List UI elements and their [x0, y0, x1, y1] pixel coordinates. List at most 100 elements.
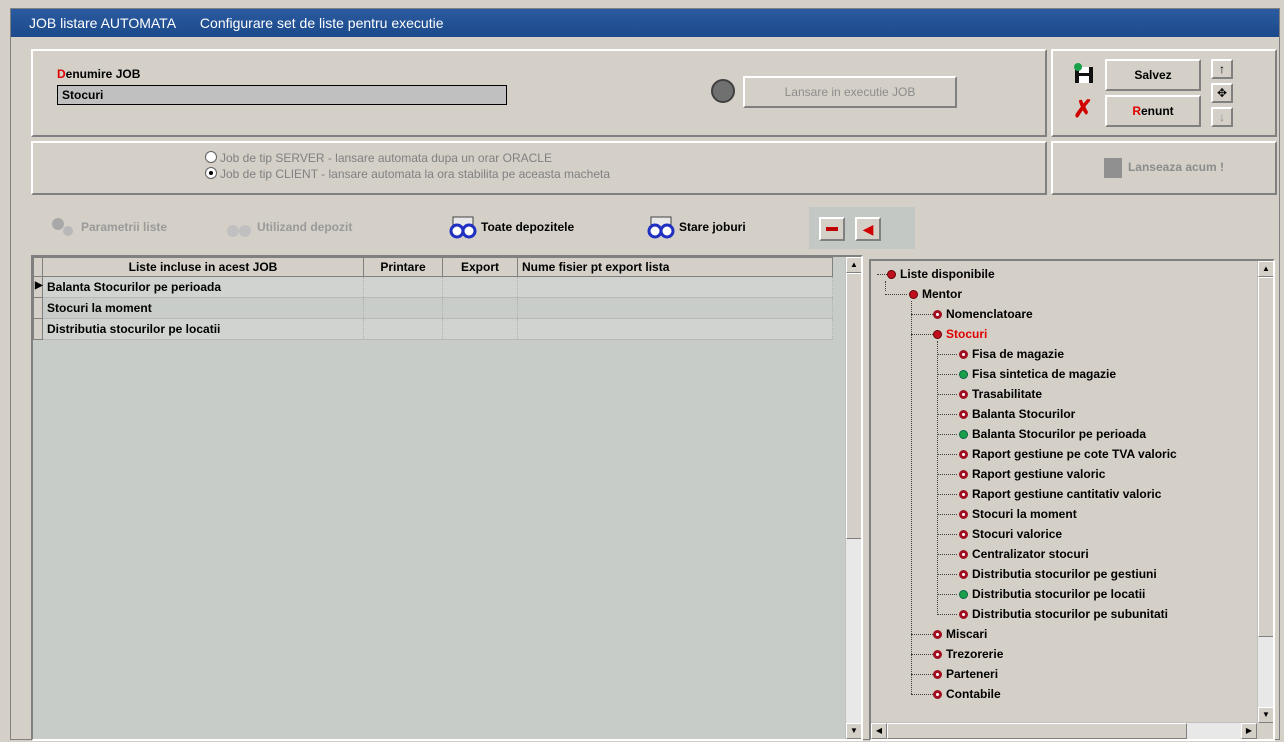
arrow-left-icon: ◀ — [862, 221, 874, 237]
scroll-down-button[interactable]: ▼ — [846, 723, 861, 739]
tree-node-module[interactable]: Miscari — [933, 627, 987, 641]
table-row[interactable]: Distributia stocurilor pe locatii — [33, 318, 833, 340]
tree-hscroll-thumb[interactable] — [887, 723, 1187, 739]
tree-node-module[interactable]: Parteneri — [933, 667, 998, 681]
tree-node-report[interactable]: Balanta Stocurilor — [959, 407, 1075, 421]
tree-node-mentor[interactable]: Mentor — [909, 287, 962, 301]
remove-button[interactable] — [819, 217, 845, 241]
tree-node-report[interactable]: Fisa sintetica de magazie — [959, 367, 1116, 381]
cell-print[interactable] — [363, 276, 443, 298]
row-selector[interactable] — [33, 297, 43, 319]
job-state-button[interactable]: Stare joburi — [647, 215, 746, 239]
tree-node-report[interactable]: Centralizator stocuri — [959, 547, 1089, 561]
tree-node-report[interactable]: Distributia stocurilor pe locatii — [959, 587, 1145, 601]
tree-node-report[interactable]: Trasabilitate — [959, 387, 1042, 401]
tree-line — [937, 414, 957, 415]
launch-now-label: Lanseaza acum ! — [1127, 160, 1225, 174]
tree-node-report[interactable]: Raport gestiune cantitativ valoric — [959, 487, 1161, 501]
node-bullet-icon — [933, 689, 942, 699]
tree-line — [937, 494, 957, 495]
tree-line — [937, 474, 957, 475]
tree-line — [911, 334, 933, 335]
tree-node-report[interactable]: Raport gestiune valoric — [959, 467, 1105, 481]
save-button[interactable]: Salvez — [1105, 59, 1201, 91]
job-state-label: Stare joburi — [679, 220, 746, 234]
tree-node-module[interactable]: Trezorerie — [933, 647, 1003, 661]
tree-node-stocuri[interactable]: Stocuri — [933, 327, 987, 341]
gears-icon — [49, 215, 77, 239]
node-bullet-icon — [887, 269, 896, 279]
row-selector[interactable] — [33, 318, 43, 340]
tree-node-report[interactable]: Balanta Stocurilor pe perioada — [959, 427, 1146, 441]
row-selector[interactable]: ▶ — [33, 276, 43, 298]
tree-node-label: Distributia stocurilor pe locatii — [972, 587, 1146, 601]
cell-file[interactable] — [517, 297, 833, 319]
tree-scroll-left[interactable]: ◀ — [871, 723, 887, 739]
radio-client[interactable]: Job de tip CLIENT - lansare automata la … — [205, 167, 610, 181]
tree-line — [937, 534, 957, 535]
tree-hscrollbar[interactable]: ◀ ▶ — [871, 722, 1257, 739]
node-bullet-icon — [933, 329, 942, 339]
tree-node-label: Nomenclatoare — [946, 307, 1033, 321]
tree-scroll-thumb[interactable] — [1258, 277, 1273, 637]
node-bullet-icon — [959, 429, 968, 439]
all-deposits-button[interactable]: Toate depozitele — [449, 215, 574, 239]
gear-icon — [711, 79, 735, 103]
grid-scrollbar[interactable]: ▲ ▼ — [845, 257, 861, 739]
move-icon: ✥ — [1216, 86, 1228, 100]
node-bullet-icon — [959, 529, 968, 539]
deposit-button[interactable]: Utilizand depozit — [225, 215, 352, 239]
tree-line — [937, 594, 957, 595]
launch-job-button[interactable]: Lansare in executie JOB — [743, 76, 957, 108]
params-button[interactable]: Parametrii liste — [49, 215, 167, 239]
window-title: JOB listare AUTOMATA — [29, 15, 177, 31]
cell-list-name[interactable]: Stocuri la moment — [42, 297, 364, 319]
cell-export[interactable] — [442, 276, 518, 298]
available-lists-tree: Liste disponibile Mentor Nomenclatoare S… — [869, 259, 1275, 741]
cell-export[interactable] — [442, 318, 518, 340]
add-left-button[interactable]: ◀ — [855, 217, 881, 241]
tree-node-report[interactable]: Stocuri la moment — [959, 507, 1077, 521]
tree-node-report[interactable]: Fisa de magazie — [959, 347, 1064, 361]
node-bullet-icon — [959, 549, 968, 559]
radio-server[interactable]: Job de tip SERVER - lansare automata dup… — [205, 151, 552, 165]
cell-list-name[interactable]: Balanta Stocurilor pe perioada — [42, 276, 364, 298]
arrow-up-button[interactable]: ↑ — [1211, 59, 1233, 79]
tree-node-nomenclatoare[interactable]: Nomenclatoare — [933, 307, 1033, 321]
tree-vscrollbar[interactable]: ▲ ▼ — [1257, 261, 1273, 723]
table-row[interactable]: Stocuri la moment — [33, 297, 833, 319]
move-button[interactable]: ✥ — [1211, 83, 1233, 103]
arrow-down-button[interactable]: ↓ — [1211, 107, 1233, 127]
col-header-export[interactable]: Export — [442, 257, 518, 277]
scroll-up-button[interactable]: ▲ — [846, 257, 861, 273]
table-row[interactable]: ▶ Balanta Stocurilor pe perioada — [33, 276, 833, 298]
cell-export[interactable] — [442, 297, 518, 319]
tree-scroll-down[interactable]: ▼ — [1258, 707, 1273, 723]
node-bullet-icon — [959, 409, 968, 419]
tree-node-label: Miscari — [946, 627, 988, 641]
col-header-list[interactable]: Liste incluse in acest JOB — [42, 257, 364, 277]
tree-node-report[interactable]: Raport gestiune pe cote TVA valoric — [959, 447, 1177, 461]
col-header-print[interactable]: Printare — [363, 257, 443, 277]
node-bullet-icon — [959, 389, 968, 399]
launch-now-button[interactable]: Lanseaza acum ! — [1051, 141, 1277, 195]
tree-node-report[interactable]: Stocuri valorice — [959, 527, 1062, 541]
tree-node-label: Centralizator stocuri — [972, 547, 1089, 561]
job-name-field[interactable]: Stocuri — [57, 85, 507, 105]
cell-list-name[interactable]: Distributia stocurilor pe locatii — [42, 318, 364, 340]
cancel-button[interactable]: Renunt — [1105, 95, 1201, 127]
tree-node-module[interactable]: Contabile — [933, 687, 1001, 701]
tree-line — [937, 574, 957, 575]
tree-node-report[interactable]: Distributia stocurilor pe subunitati — [959, 607, 1168, 621]
tree-node-root[interactable]: Liste disponibile — [887, 267, 995, 281]
cell-file[interactable] — [517, 318, 833, 340]
col-header-file[interactable]: Nume fisier pt export lista — [517, 257, 833, 277]
tree-node-label: Trezorerie — [946, 647, 1004, 661]
tree-scroll-right[interactable]: ▶ — [1241, 723, 1257, 739]
scroll-thumb[interactable] — [846, 273, 861, 539]
tree-node-report[interactable]: Distributia stocurilor pe gestiuni — [959, 567, 1157, 581]
cell-file[interactable] — [517, 276, 833, 298]
tree-scroll-up[interactable]: ▲ — [1258, 261, 1273, 277]
cell-print[interactable] — [363, 318, 443, 340]
cell-print[interactable] — [363, 297, 443, 319]
